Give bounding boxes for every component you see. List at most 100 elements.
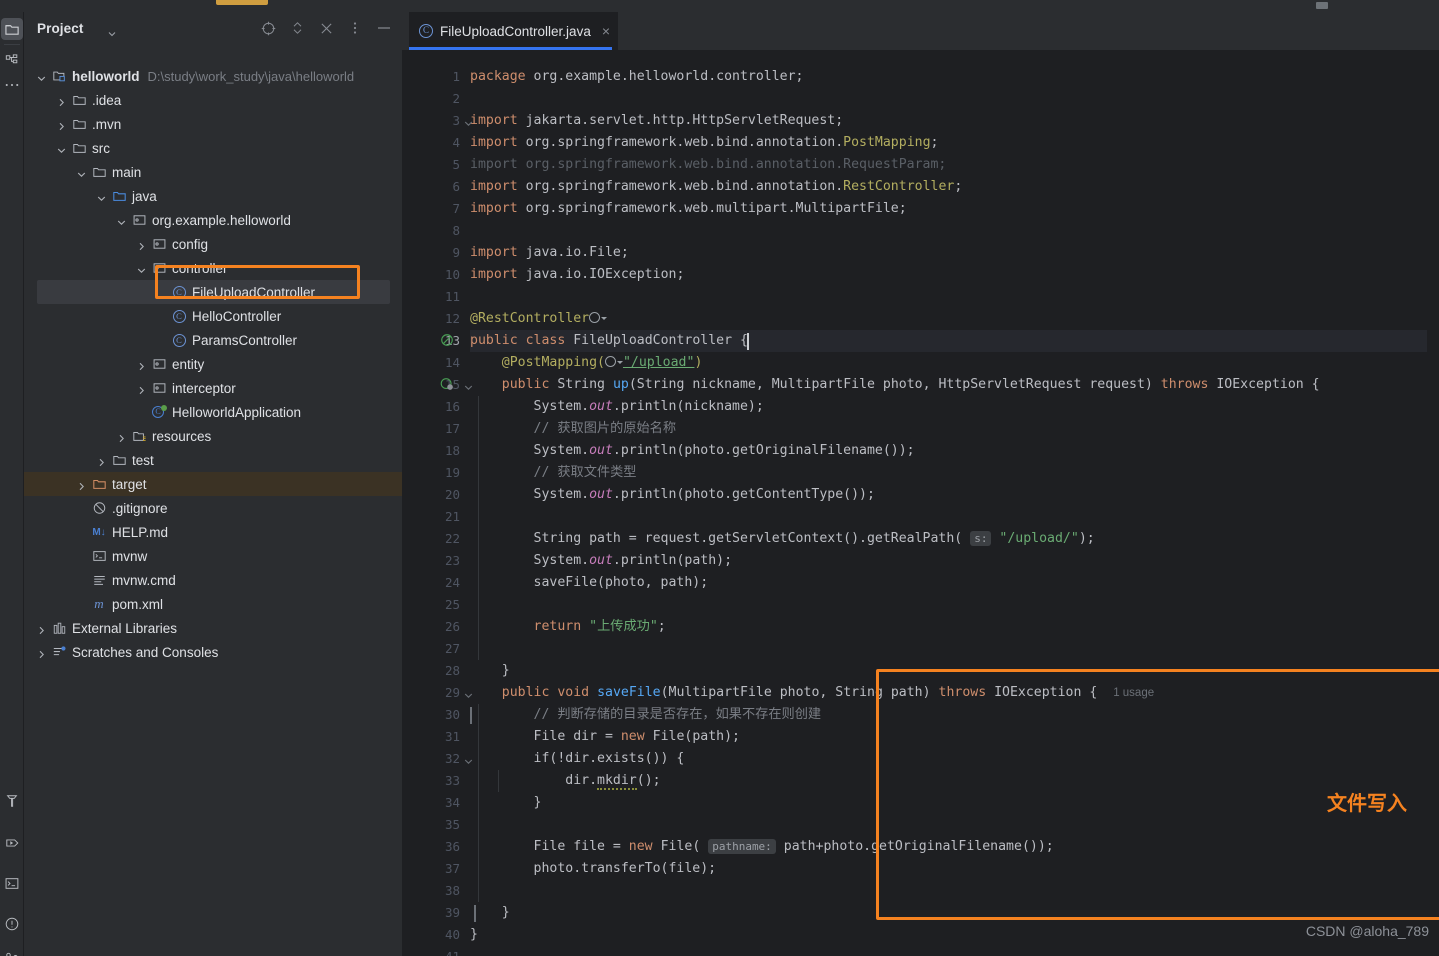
tree-node-label: interceptor: [172, 380, 236, 396]
select-opened-file-icon[interactable]: [260, 20, 276, 36]
tree-node-controller[interactable]: controller: [24, 256, 402, 280]
tree-node-label: mvnw.cmd: [112, 572, 176, 588]
structure-tool-icon[interactable]: [1, 50, 23, 72]
collapse-all-icon[interactable]: [318, 20, 334, 36]
chevron-right-icon[interactable]: [137, 359, 148, 370]
chevron-down-icon[interactable]: [108, 25, 116, 37]
spring-class-icon: C: [151, 404, 167, 420]
close-icon[interactable]: ×: [602, 23, 610, 39]
line-number: 18: [444, 443, 460, 458]
chevron-down-icon[interactable]: [137, 263, 148, 274]
tree-node-hellocontroller[interactable]: C HelloController: [24, 304, 402, 328]
package-icon: [131, 212, 147, 228]
chevron-right-icon[interactable]: [77, 479, 88, 490]
class-icon: C: [171, 284, 187, 300]
tree-node-label: mvnw: [112, 548, 148, 564]
chevron-right-icon[interactable]: [117, 431, 128, 442]
window-top-strip: [0, 0, 1439, 12]
tree-node-config[interactable]: config: [24, 232, 402, 256]
watermark-label: CSDN @aloha_789: [1305, 923, 1429, 939]
line-number: 31: [444, 729, 460, 744]
code-content[interactable]: package org.example.helloworld.controlle…: [470, 50, 1439, 956]
run-endpoint-icon[interactable]: [440, 377, 454, 391]
code-line: saveFile(photo, path);: [470, 575, 709, 590]
expand-collapse-icon[interactable]: [289, 20, 305, 36]
text-caret: [470, 707, 472, 724]
ide-window: Project helloworld D:\study\work_study\j…: [0, 0, 1439, 956]
chevron-down-icon[interactable]: [37, 71, 48, 82]
hide-panel-icon[interactable]: [376, 20, 392, 36]
window-minimize-icon[interactable]: [1316, 2, 1328, 9]
chevron-right-icon[interactable]: [37, 623, 48, 634]
git-tool-icon[interactable]: [1, 948, 23, 956]
chevron-right-icon[interactable]: [57, 119, 68, 130]
tree-node-scratches-and-consoles[interactable]: Scratches and Consoles: [24, 640, 402, 664]
panel-options-icon[interactable]: [347, 20, 363, 36]
tree-node-mvnw-cmd[interactable]: mvnw.cmd: [24, 568, 402, 592]
tree-node-fileuploadcontroller[interactable]: C FileUploadController: [37, 280, 390, 304]
tree-node-gitignore[interactable]: .gitignore: [24, 496, 402, 520]
text-icon: [91, 572, 107, 588]
tree-node-helloworld[interactable]: helloworld D:\study\work_study\java\hello…: [24, 64, 402, 88]
line-number: 11: [444, 289, 460, 304]
problems-tool-icon[interactable]: [1, 913, 23, 935]
line-number: 17: [444, 421, 460, 436]
panel-actions: [260, 20, 392, 36]
line-number-gutter[interactable]: 1 2 3 4 5 6 7 8 9 10 11 12 13 14 15 16 17 18 19 20 21 22 23 24 2…: [402, 50, 473, 956]
tree-node-helloworldapplication[interactable]: C HelloworldApplication: [24, 400, 402, 424]
annotation-note-label: 文件写入: [1327, 791, 1407, 815]
more-tool-icon[interactable]: [1, 74, 23, 96]
tree-node-src[interactable]: src: [24, 136, 402, 160]
tree-node-interceptor[interactable]: interceptor: [24, 376, 402, 400]
project-tool-icon[interactable]: [1, 18, 23, 40]
folder-source-icon: [111, 188, 127, 204]
chevron-down-icon[interactable]: [97, 191, 108, 202]
code-line: // 判断存储的目录是否存在，如果不存在则创建: [533, 707, 822, 722]
chevron-down-icon[interactable]: [77, 167, 88, 178]
chevron-right-icon[interactable]: [97, 455, 108, 466]
code-line: public void saveFile(MultipartFile photo…: [501, 685, 1155, 700]
terminal-tool-icon[interactable]: [1, 872, 23, 894]
line-number: 4: [452, 135, 460, 150]
code-line: import org.springframework.web.bind.anno…: [470, 179, 963, 194]
tree-node-label: target: [112, 476, 147, 492]
tree-node-target[interactable]: target: [24, 472, 402, 496]
tree-node-label: HelloworldApplication: [172, 404, 302, 420]
tree-node-label: entity: [172, 356, 205, 372]
tree-node-help-md[interactable]: M↓ HELP.md: [24, 520, 402, 544]
tree-node-org-example-helloworld[interactable]: org.example.helloworld: [24, 208, 402, 232]
tree-node-entity[interactable]: entity: [24, 352, 402, 376]
tree-node-java[interactable]: java: [24, 184, 402, 208]
code-line: import java.io.IOException;: [470, 267, 685, 282]
tool-window-rail: [0, 12, 24, 956]
tree-node-idea[interactable]: .idea: [24, 88, 402, 112]
code-editor[interactable]: 1 2 3 4 5 6 7 8 9 10 11 12 13 14 15 16 17 18 19 20 21 22 23 24 2…: [402, 50, 1439, 956]
inspection-off-icon[interactable]: [440, 333, 454, 347]
tree-node-label: .gitignore: [112, 500, 168, 516]
folder-icon: [91, 164, 107, 180]
tree-node-external-libraries[interactable]: External Libraries: [24, 616, 402, 640]
tree-node-paramscontroller[interactable]: C ParamsController: [24, 328, 402, 352]
code-line: System.out.println(photo.getOriginalFile…: [470, 443, 915, 458]
chevron-right-icon[interactable]: [137, 239, 148, 250]
folder-excluded-icon: [91, 476, 107, 492]
tree-node-test[interactable]: test: [24, 448, 402, 472]
tree-node-pom-xml[interactable]: m pom.xml: [24, 592, 402, 616]
folder-resources-icon: [131, 428, 147, 444]
line-number: 20: [444, 487, 460, 502]
chevron-right-icon[interactable]: [137, 383, 148, 394]
build-tool-icon[interactable]: [1, 790, 23, 812]
tree-node-main[interactable]: main: [24, 160, 402, 184]
folder-icon: [71, 116, 87, 132]
project-tree[interactable]: helloworld D:\study\work_study\java\hello…: [24, 64, 402, 664]
run-tool-icon[interactable]: [1, 832, 23, 854]
tree-node-mvnw[interactable]: mvnw: [24, 544, 402, 568]
chevron-right-icon[interactable]: [57, 95, 68, 106]
tree-node-resources[interactable]: resources: [24, 424, 402, 448]
tree-node-label: HelloController: [192, 308, 282, 324]
tree-node-mvn[interactable]: .mvn: [24, 112, 402, 136]
chevron-down-icon[interactable]: [117, 215, 128, 226]
chevron-down-icon[interactable]: [57, 143, 68, 154]
chevron-right-icon[interactable]: [37, 647, 48, 658]
tab-fileuploadcontroller[interactable]: C FileUploadController.java ×: [409, 12, 619, 50]
